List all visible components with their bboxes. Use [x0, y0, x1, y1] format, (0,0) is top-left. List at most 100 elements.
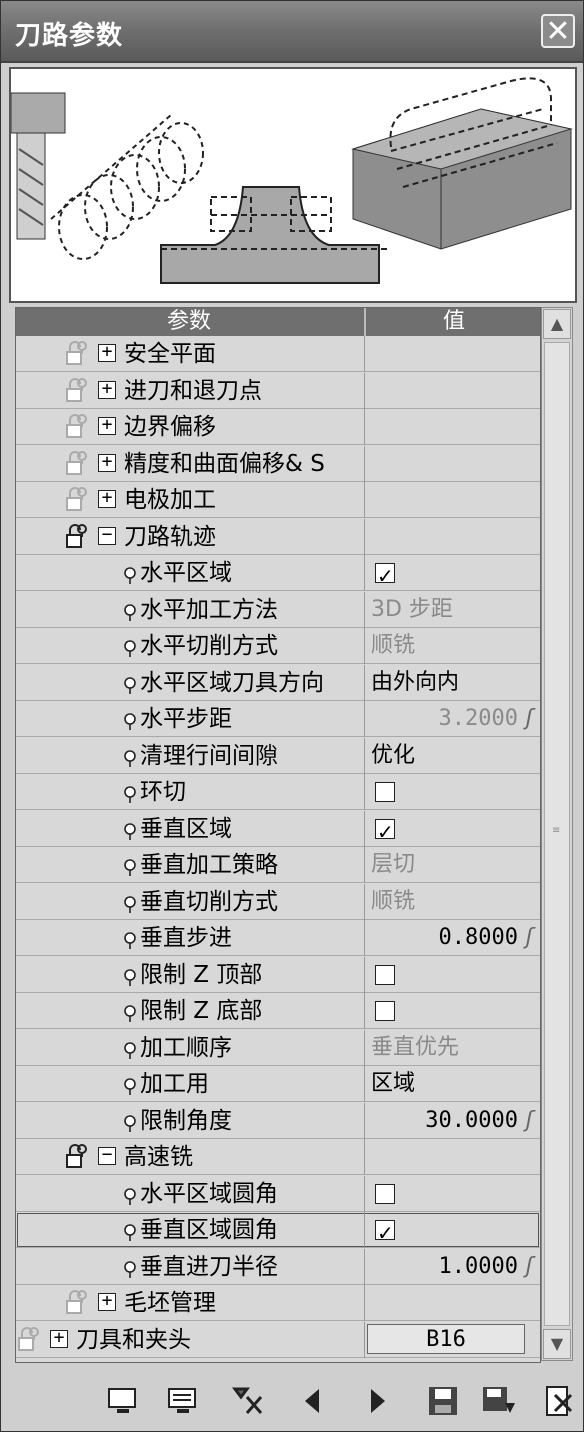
- numeric-value-field[interactable]: 1.0000 ʃ: [364, 1248, 540, 1285]
- grid-row-vertical-cut[interactable]: 垂直切削方式 顺铣: [16, 883, 540, 920]
- grid-row-toolpath[interactable]: − 刀路轨迹: [16, 518, 540, 555]
- numeric-value-field[interactable]: 0.8000 ʃ: [364, 920, 540, 956]
- value-cell[interactable]: [364, 1175, 540, 1212]
- value-field[interactable]: [364, 372, 540, 409]
- grid-row-tool-holder[interactable]: + 刀具和夹头 B16: [16, 1321, 540, 1358]
- value-field[interactable]: 3D 步距: [364, 591, 540, 628]
- tool-select-button[interactable]: B16: [367, 1323, 525, 1354]
- grid-row-limit-angle[interactable]: 限制角度 30.0000 ʃ: [16, 1102, 540, 1139]
- value-field[interactable]: [364, 409, 540, 445]
- bottom-toolbar: [1, 1371, 583, 1431]
- checkbox[interactable]: [375, 1183, 395, 1204]
- value-field[interactable]: [364, 518, 540, 555]
- function-icon[interactable]: ʃ: [523, 920, 536, 956]
- value-field[interactable]: 垂直优先: [364, 1029, 540, 1066]
- value-cell[interactable]: [364, 1212, 540, 1251]
- grid-row-vertical-lead-radius[interactable]: 垂直进刀半径 1.0000 ʃ: [16, 1248, 540, 1285]
- grid-row-vertical-area[interactable]: 垂直区域: [16, 810, 540, 850]
- grid-row-boundary-offset[interactable]: + 边界偏移: [16, 409, 540, 445]
- bulb-icon: [124, 1260, 136, 1278]
- expand-icon[interactable]: +: [50, 1328, 68, 1348]
- close-button[interactable]: ✕: [541, 14, 575, 48]
- grid-row-limit-z-top[interactable]: 限制 Z 顶部: [16, 956, 540, 993]
- column-header-parameter[interactable]: 参数: [16, 308, 362, 336]
- grid-row-electrode[interactable]: + 电极加工: [16, 482, 540, 518]
- expand-icon[interactable]: +: [98, 489, 116, 508]
- value-field[interactable]: [364, 1139, 540, 1175]
- next-icon[interactable]: [359, 1383, 395, 1419]
- value-cell[interactable]: B16: [364, 1321, 540, 1358]
- numeric-value-field[interactable]: 30.0000 ʃ: [364, 1102, 540, 1139]
- grid-row-vertical-stepdown[interactable]: 垂直步进 0.8000 ʃ: [16, 920, 540, 956]
- value-field[interactable]: [364, 1285, 540, 1321]
- window-title: 刀路参数: [15, 21, 124, 51]
- numeric-value-field[interactable]: 3.2000 ʃ: [364, 701, 540, 737]
- lock-icon: [66, 1144, 87, 1168]
- previous-icon[interactable]: [295, 1383, 331, 1419]
- value-field[interactable]: 顺铣: [364, 883, 540, 920]
- value-field[interactable]: 由外向内: [364, 664, 540, 701]
- scroll-up-button[interactable]: ▲: [543, 309, 571, 339]
- expand-icon[interactable]: +: [98, 1292, 116, 1311]
- grid-row-cleanup-gap[interactable]: 清理行间间隙 优化: [16, 737, 540, 774]
- collapse-icon[interactable]: −: [98, 1146, 116, 1165]
- grid-row-horizontal-cut[interactable]: 水平切削方式 顺铣: [16, 628, 540, 664]
- grid-row-machining-for[interactable]: 加工用 区域: [16, 1066, 540, 1102]
- expand-icon[interactable]: +: [98, 452, 116, 472]
- checkbox[interactable]: [375, 1001, 395, 1021]
- expand-icon[interactable]: +: [98, 379, 116, 399]
- grid-row-horizontal-fillet[interactable]: 水平区域圆角: [16, 1175, 540, 1212]
- checkbox[interactable]: [375, 964, 395, 985]
- value-cell[interactable]: [364, 993, 540, 1029]
- value-cell[interactable]: [364, 810, 540, 850]
- checkbox[interactable]: [375, 814, 395, 850]
- value-cell[interactable]: [364, 774, 540, 810]
- value-field[interactable]: 区域: [364, 1066, 540, 1102]
- checkbox[interactable]: [375, 782, 395, 802]
- checkbox[interactable]: [375, 1215, 395, 1251]
- grid-row-tolerance-offset[interactable]: + 精度和曲面偏移& S: [16, 445, 540, 482]
- grid-row-cycle-cut[interactable]: 环切: [16, 774, 540, 810]
- value-field[interactable]: [364, 336, 540, 372]
- exit-icon[interactable]: [541, 1383, 577, 1419]
- column-header-value[interactable]: 值: [364, 308, 542, 336]
- grid-row-vertical-fillet[interactable]: 垂直区域圆角: [16, 1212, 540, 1251]
- grid-row-machining-order[interactable]: 加工顺序 垂直优先: [16, 1029, 540, 1066]
- grid-row-safe-plane[interactable]: + 安全平面: [16, 336, 540, 372]
- expand-icon[interactable]: +: [98, 343, 116, 362]
- save-icon[interactable]: [425, 1383, 461, 1419]
- checkbox[interactable]: [375, 558, 395, 594]
- function-icon[interactable]: ʃ: [523, 1103, 536, 1139]
- grid-row-horizontal-method[interactable]: 水平加工方法 3D 步距: [16, 591, 540, 628]
- vertical-scrollbar[interactable]: ▲ ≡ ▼: [541, 307, 573, 1361]
- grid-row-horizontal-direction[interactable]: 水平区域刀具方向 由外向内: [16, 664, 540, 701]
- value-field[interactable]: 层切: [364, 847, 540, 883]
- scroll-down-button[interactable]: ▼: [543, 1329, 571, 1359]
- grid-row-vertical-strategy[interactable]: 垂直加工策略 层切: [16, 847, 540, 883]
- function-icon[interactable]: ʃ: [523, 701, 536, 737]
- monitor-icon[interactable]: [105, 1383, 141, 1419]
- value-field[interactable]: [364, 482, 540, 518]
- function-icon[interactable]: ʃ: [523, 1249, 536, 1285]
- expand-icon[interactable]: +: [98, 416, 116, 435]
- bulb-icon: [124, 749, 136, 767]
- filter-tool-icon[interactable]: [231, 1383, 267, 1419]
- grid-row-horizontal-stepover[interactable]: 水平步距 3.2000 ʃ: [16, 701, 540, 737]
- lock-icon: [66, 523, 87, 548]
- value-field[interactable]: 顺铣: [364, 628, 540, 664]
- lock-icon: [66, 1290, 87, 1314]
- grid-row-horizontal-area[interactable]: 水平区域: [16, 555, 540, 594]
- value-cell[interactable]: [364, 956, 540, 993]
- grid-row-stock-management[interactable]: + 毛坯管理: [16, 1285, 540, 1321]
- value-field[interactable]: 优化: [364, 737, 540, 774]
- scroll-thumb[interactable]: ≡: [544, 342, 570, 1326]
- grid-row-limit-z-bottom[interactable]: 限制 Z 底部: [16, 993, 540, 1029]
- monitor-list-icon[interactable]: [165, 1383, 201, 1419]
- value-cell[interactable]: [364, 555, 540, 594]
- grid-row-lead-in-out[interactable]: + 进刀和退刀点: [16, 372, 540, 409]
- title-bar[interactable]: 刀路参数 ✕: [1, 1, 583, 63]
- grid-row-high-speed[interactable]: − 高速铣: [16, 1139, 540, 1175]
- value-field[interactable]: [364, 445, 540, 482]
- save-load-icon[interactable]: [481, 1383, 517, 1419]
- collapse-icon[interactable]: −: [98, 525, 116, 545]
